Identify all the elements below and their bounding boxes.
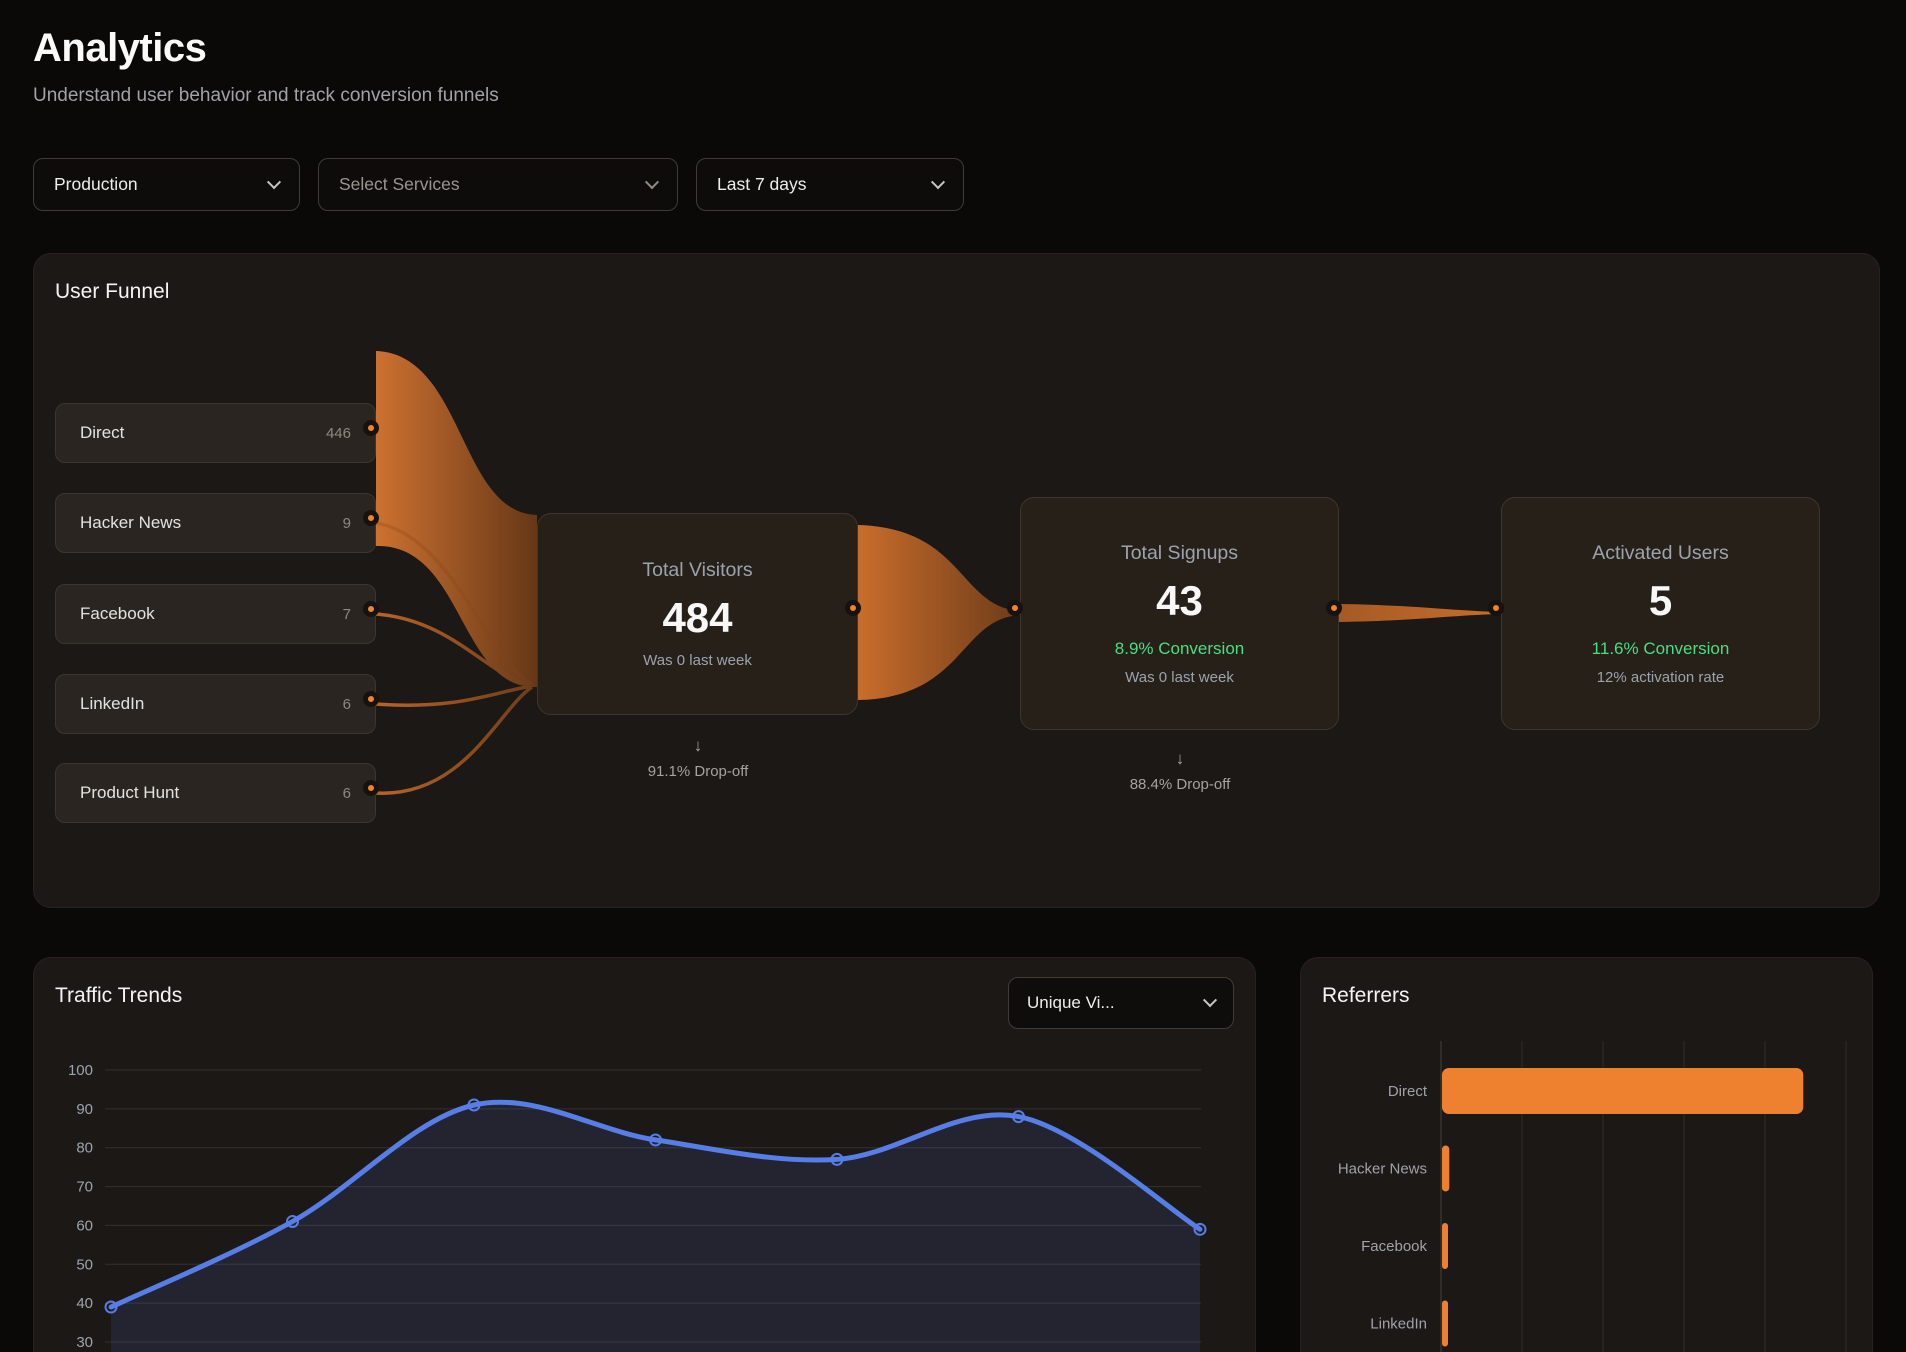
node-dot-direct — [363, 420, 379, 436]
node-dot-hacker-news — [363, 510, 379, 526]
y-tick-label: 50 — [76, 1256, 93, 1273]
source-label: Product Hunt — [80, 783, 179, 803]
flow-signups-to-activated — [1339, 604, 1501, 622]
stage-note: Was 0 last week — [1125, 669, 1234, 686]
environment-dropdown-value: Production — [54, 174, 138, 195]
funnel-source-facebook[interactable]: Facebook 7 — [55, 584, 376, 644]
source-label: Direct — [80, 423, 124, 443]
chevron-down-icon — [645, 175, 659, 189]
arrow-down-icon: ↓ — [1130, 750, 1231, 767]
bar-category-label: Facebook — [1361, 1238, 1427, 1255]
page-header: Analytics Understand user behavior and t… — [33, 26, 499, 107]
stage-value: 484 — [662, 594, 732, 642]
funnel-source-hacker-news[interactable]: Hacker News 9 — [55, 493, 376, 553]
source-label: Hacker News — [80, 513, 181, 533]
y-tick-label: 60 — [76, 1217, 93, 1234]
stage-conversion: 8.9% Conversion — [1115, 639, 1244, 659]
source-count: 6 — [343, 785, 351, 802]
stage-conversion: 11.6% Conversion — [1592, 639, 1730, 659]
node-dot-facebook — [363, 601, 379, 617]
flow-linkedin-to-visitors — [376, 686, 532, 705]
arrow-down-icon: ↓ — [648, 737, 749, 754]
flow-visitors-to-signups — [858, 525, 1020, 700]
dropoff-label: 91.1% Drop-off — [648, 763, 749, 780]
stage-total-signups[interactable]: Total Signups 43 8.9% Conversion Was 0 l… — [1020, 497, 1339, 730]
dropoff-visitors: ↓ 91.1% Drop-off — [648, 737, 749, 780]
chevron-down-icon — [1203, 993, 1217, 1007]
node-dot-product-hunt — [363, 780, 379, 796]
bar — [1442, 1223, 1448, 1269]
environment-dropdown[interactable]: Production — [33, 158, 300, 211]
source-count: 6 — [343, 696, 351, 713]
date-range-dropdown-value: Last 7 days — [717, 174, 807, 195]
y-tick-label: 90 — [76, 1101, 93, 1118]
y-tick-label: 70 — [76, 1179, 93, 1196]
flow-direct-to-visitors — [376, 351, 537, 687]
bar-category-label: Direct — [1388, 1083, 1428, 1100]
bar-category-label: Hacker News — [1338, 1161, 1427, 1178]
dropoff-label: 88.4% Drop-off — [1130, 776, 1231, 793]
page-title: Analytics — [33, 26, 499, 71]
source-count: 7 — [343, 606, 351, 623]
node-dot-activated-in — [1488, 600, 1504, 616]
stage-title: Total Signups — [1121, 542, 1238, 565]
source-label: Facebook — [80, 604, 155, 624]
page-subtitle: Understand user behavior and track conve… — [33, 85, 499, 107]
node-dot-visitors-out — [845, 600, 861, 616]
stage-activated-users[interactable]: Activated Users 5 11.6% Conversion 12% a… — [1501, 497, 1820, 730]
traffic-metric-dropdown[interactable]: Unique Vi... — [1008, 977, 1234, 1029]
services-dropdown-placeholder: Select Services — [339, 174, 460, 195]
source-count: 446 — [326, 425, 351, 442]
dropoff-signups: ↓ 88.4% Drop-off — [1130, 750, 1231, 793]
y-tick-label: 40 — [76, 1295, 93, 1312]
chevron-down-icon — [931, 175, 945, 189]
funnel-source-linkedin[interactable]: LinkedIn 6 — [55, 674, 376, 734]
funnel-source-direct[interactable]: Direct 446 — [55, 403, 376, 463]
node-dot-signups-in — [1007, 600, 1023, 616]
y-tick-label: 30 — [76, 1334, 93, 1351]
bar — [1442, 1146, 1449, 1192]
source-label: LinkedIn — [80, 694, 144, 714]
services-dropdown[interactable]: Select Services — [318, 158, 678, 211]
node-dot-linkedin — [363, 691, 379, 707]
stage-note: Was 0 last week — [643, 652, 752, 669]
source-count: 9 — [343, 515, 351, 532]
user-funnel-card: User Funnel Direct 446 Hacker N — [33, 253, 1880, 908]
referrers-bar-chart[interactable]: Direct Hacker News Facebook LinkedIn — [1301, 958, 1874, 1352]
stage-title: Total Visitors — [642, 559, 752, 582]
stage-value: 5 — [1649, 577, 1672, 625]
stage-total-visitors[interactable]: Total Visitors 484 Was 0 last week — [537, 513, 858, 715]
funnel-source-product-hunt[interactable]: Product Hunt 6 — [55, 763, 376, 823]
y-tick-label: 80 — [76, 1140, 93, 1157]
analytics-dashboard: { "colors": { "accent_orange": "#ee8130"… — [0, 0, 1906, 1352]
bar — [1442, 1301, 1448, 1347]
stage-title: Activated Users — [1592, 542, 1729, 565]
bar-category-label: LinkedIn — [1370, 1316, 1427, 1333]
date-range-dropdown[interactable]: Last 7 days — [696, 158, 964, 211]
chevron-down-icon — [267, 175, 281, 189]
traffic-trends-card: Traffic Trends Unique Vi... 100908070605… — [33, 957, 1256, 1352]
traffic-metric-dropdown-value: Unique Vi... — [1027, 993, 1115, 1013]
y-tick-label: 100 — [68, 1062, 93, 1079]
stage-value: 43 — [1156, 577, 1203, 625]
stage-note: 12% activation rate — [1597, 669, 1725, 686]
node-dot-signups-out — [1326, 600, 1342, 616]
bar — [1442, 1068, 1803, 1114]
referrers-card: Referrers DirectHacker NewsFacebookLinke… — [1300, 957, 1873, 1352]
